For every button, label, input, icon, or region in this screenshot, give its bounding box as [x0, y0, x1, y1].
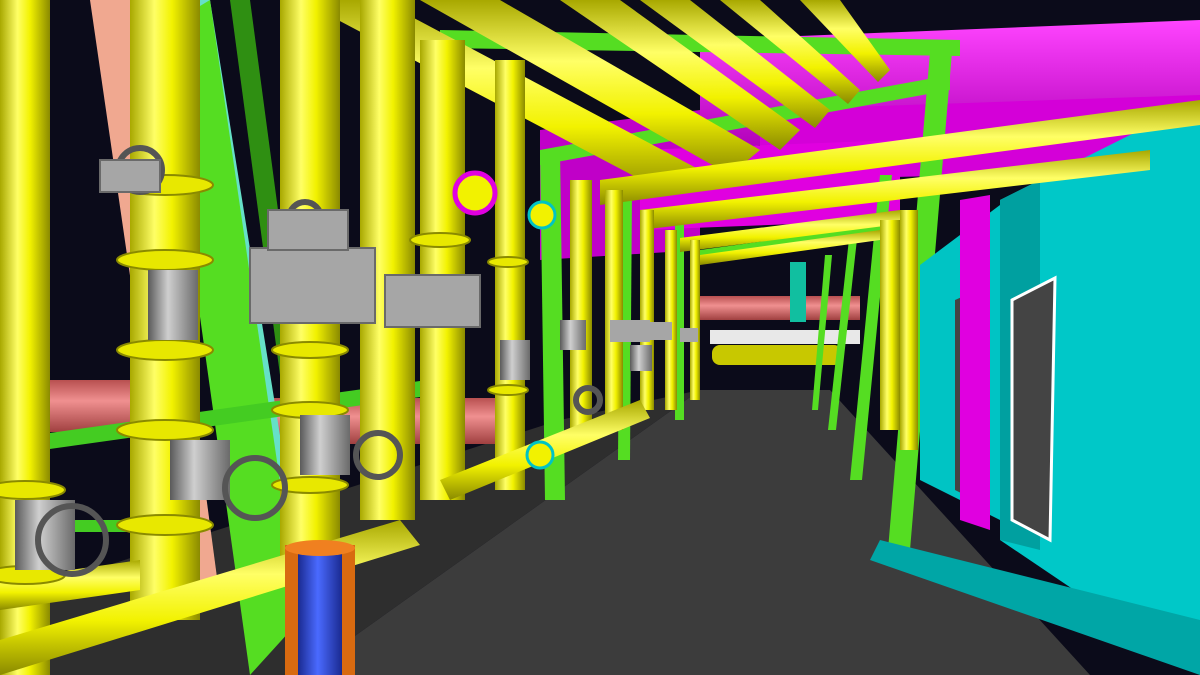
piping-3d-render: [0, 0, 1200, 675]
blue-pipe: [285, 540, 355, 675]
plant-corridor-scene: [0, 0, 1200, 675]
